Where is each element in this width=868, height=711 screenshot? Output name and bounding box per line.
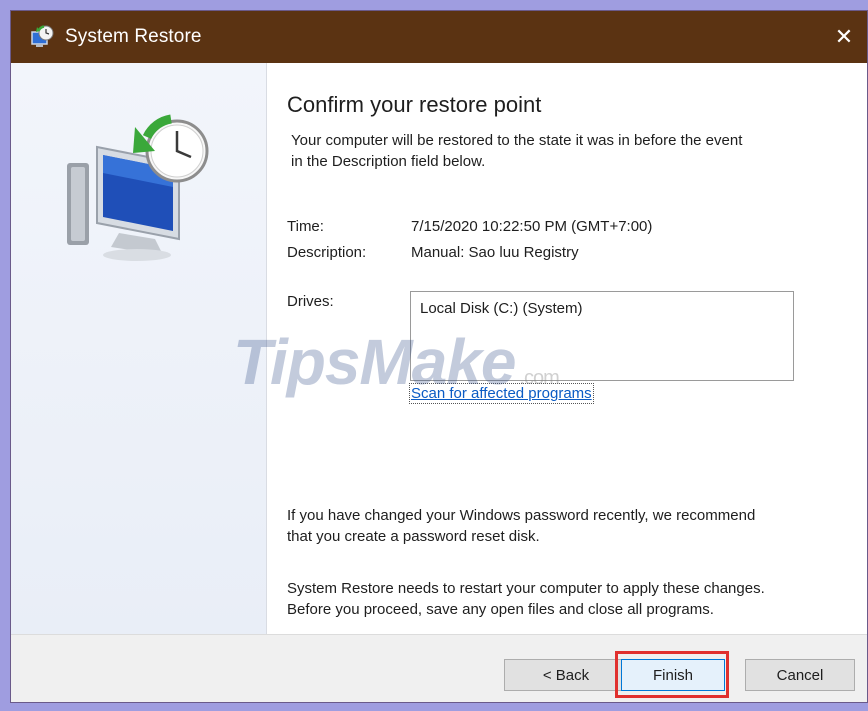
cancel-button[interactable]: Cancel — [745, 659, 855, 691]
time-label: Time: — [287, 218, 324, 235]
intro-text: Your computer will be restored to the st… — [291, 130, 831, 172]
scan-affected-programs-link[interactable]: Scan for affected programs — [409, 383, 594, 404]
password-note: If you have changed your Windows passwor… — [287, 505, 847, 547]
system-restore-icon — [25, 11, 59, 63]
intro-line: Your computer will be restored to the st… — [291, 132, 743, 149]
close-icon: ✕ — [834, 24, 854, 50]
intro-line: in the Description field below. — [291, 153, 486, 170]
close-button[interactable]: ✕ — [821, 11, 867, 63]
drives-list[interactable]: Local Disk (C:) (System) — [410, 291, 794, 381]
content-panel: Confirm your restore point Your computer… — [267, 63, 867, 634]
drives-label: Drives: — [287, 293, 334, 310]
description-value: Manual: Sao luu Registry — [411, 244, 579, 261]
button-bar: < Back Finish Cancel — [11, 634, 867, 702]
note-line: If you have changed your Windows passwor… — [287, 507, 756, 524]
note-line: Before you proceed, save any open files … — [287, 601, 714, 618]
note-line: that you create a password reset disk. — [287, 528, 540, 545]
page-title: Confirm your restore point — [287, 92, 542, 117]
restart-note: System Restore needs to restart your com… — [287, 578, 847, 620]
side-panel — [11, 63, 267, 634]
restore-monitor-clock-icon — [59, 107, 219, 271]
drive-item: Local Disk (C:) (System) — [420, 300, 583, 317]
finish-button[interactable]: Finish — [621, 659, 725, 691]
note-line: System Restore needs to restart your com… — [287, 580, 765, 597]
back-button[interactable]: < Back — [504, 659, 628, 691]
system-restore-window: System Restore ✕ Confirm your restore po… — [10, 10, 868, 703]
description-label: Description: — [287, 244, 367, 261]
time-value: 7/15/2020 10:22:50 PM (GMT+7:00) — [411, 218, 653, 235]
title-bar[interactable]: System Restore ✕ — [11, 11, 867, 63]
window-title: System Restore — [65, 26, 202, 47]
